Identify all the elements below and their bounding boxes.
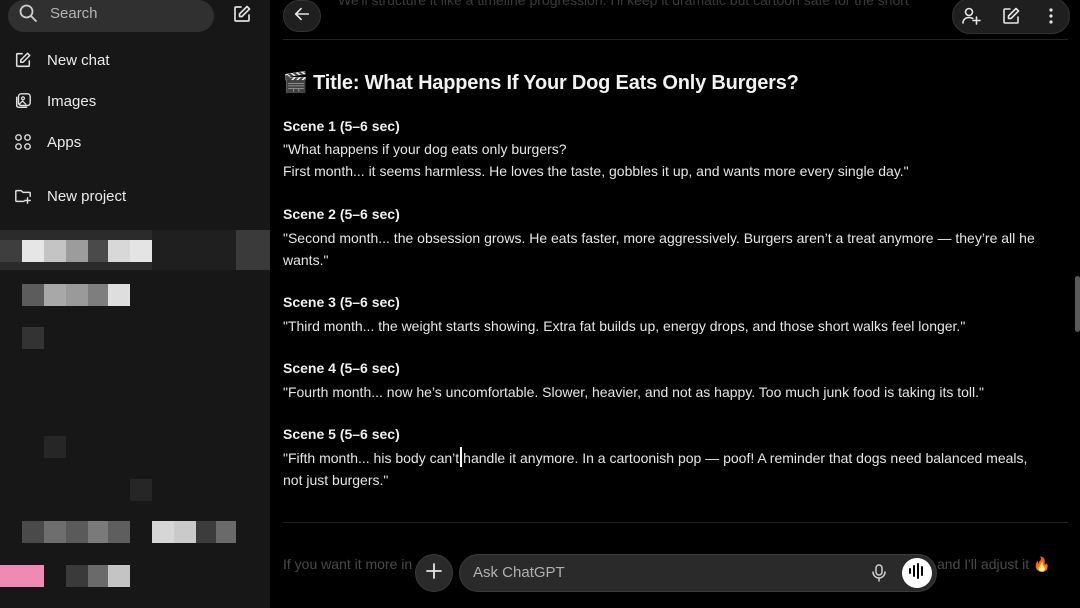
new-chat-icon xyxy=(13,50,33,70)
edit-icon[interactable] xyxy=(1001,6,1021,31)
sidebar-item-apps[interactable]: Apps xyxy=(13,130,81,154)
microphone-icon[interactable] xyxy=(870,563,888,588)
arrow-left-icon xyxy=(293,5,311,28)
top-actions-group xyxy=(952,0,1070,34)
chat-area: We'll structure it like a timeline progr… xyxy=(270,0,1080,608)
scene-heading: Scene 5 (5–6 sec) xyxy=(283,426,400,442)
sidebar-item-label: New project xyxy=(47,187,127,205)
divider xyxy=(283,522,1068,523)
scene-heading: Scene 1 (5–6 sec) xyxy=(283,118,400,134)
faded-previous-text: We'll structure it like a timeline progr… xyxy=(338,0,909,8)
new-project-icon xyxy=(13,186,33,206)
apps-icon xyxy=(13,132,33,152)
scene-text-part: "Fifth month... his body can’t xyxy=(283,450,460,466)
more-vertical-icon[interactable] xyxy=(1041,6,1061,31)
sidebar-item-new-project[interactable]: New project xyxy=(13,184,126,208)
scrollbar[interactable] xyxy=(1075,276,1080,332)
sidebar: Search New chat Images Apps New project xyxy=(0,0,270,608)
sidebar-item-label: Images xyxy=(47,92,97,110)
waveform-icon xyxy=(908,562,926,584)
message-input[interactable]: Ask ChatGPT xyxy=(459,554,937,592)
sidebar-item-new-chat[interactable]: New chat xyxy=(13,48,110,72)
scene-text: "Fifth month... his body can’t handle it … xyxy=(283,447,1043,491)
scene-text: "Second month... the obsession grows. He… xyxy=(283,230,1035,268)
sidebar-item-label: Apps xyxy=(47,133,82,151)
faded-followup-text: If you want it more in xyxy=(283,556,413,572)
scene-text: "Fourth month... now he’s uncomfortable.… xyxy=(283,384,984,400)
search-label: Search xyxy=(50,5,98,22)
back-button[interactable] xyxy=(283,0,321,32)
title-text: Title: What Happens If Your Dog Eats Onl… xyxy=(313,72,799,94)
scene-text: "What happens if your dog eats only burg… xyxy=(283,138,1043,182)
add-attachment-button[interactable] xyxy=(415,554,453,592)
message-input-placeholder: Ask ChatGPT xyxy=(473,564,565,581)
faded-followup-text: and I'll adjust it 🔥 xyxy=(937,556,1051,572)
clapperboard-icon: 🎬 xyxy=(283,72,308,94)
compose-icon[interactable] xyxy=(232,4,252,29)
response-title: 🎬 Title: What Happens If Your Dog Eats O… xyxy=(283,70,799,95)
images-icon xyxy=(13,91,33,111)
search-bar[interactable]: Search xyxy=(8,0,214,32)
scene-heading: Scene 2 (5–6 sec) xyxy=(283,206,400,222)
scene-line: "What happens if your dog eats only burg… xyxy=(283,141,567,157)
sidebar-item-images[interactable]: Images xyxy=(13,89,96,113)
scene-line: First month... it seems harmless. He lov… xyxy=(283,163,909,179)
scene-text: "Third month... the weight starts showin… xyxy=(283,318,966,334)
scene-heading: Scene 3 (5–6 sec) xyxy=(283,294,400,310)
text-cursor xyxy=(460,447,463,467)
scene-heading: Scene 4 (5–6 sec) xyxy=(283,360,400,376)
divider xyxy=(283,39,1068,40)
plus-icon xyxy=(426,562,442,584)
sidebar-item-label: New chat xyxy=(47,51,110,69)
search-icon xyxy=(18,3,38,33)
add-person-icon[interactable] xyxy=(961,6,981,31)
voice-mode-button[interactable] xyxy=(902,558,932,588)
